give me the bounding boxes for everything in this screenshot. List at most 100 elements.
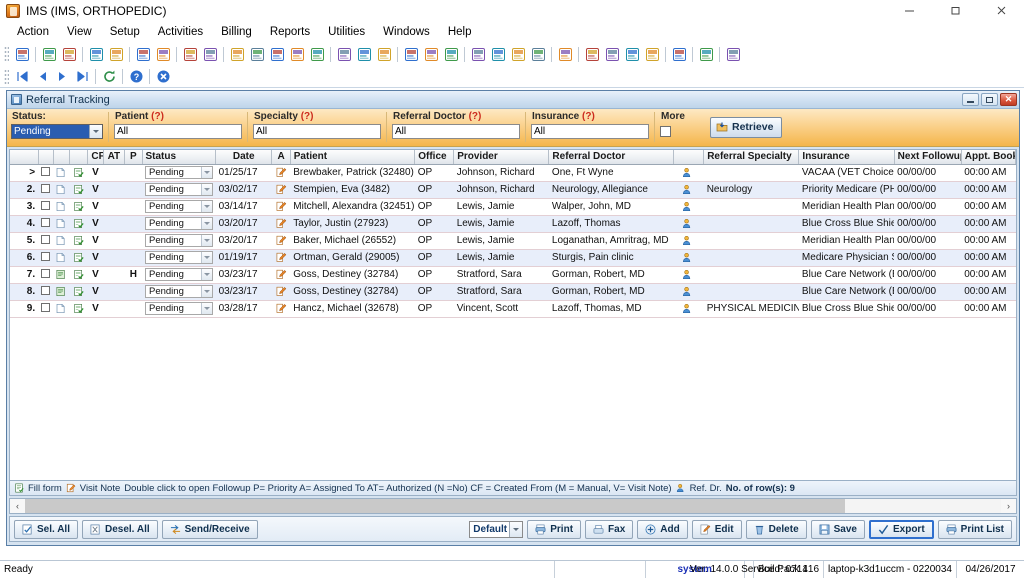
visit-note-icon[interactable] <box>276 269 287 280</box>
maximize-icon[interactable] <box>932 0 978 22</box>
col-patient[interactable]: Patient <box>290 150 416 165</box>
fax-button[interactable]: Fax <box>585 519 634 539</box>
row-select-cell[interactable] <box>38 249 54 267</box>
note-edit-icon[interactable] <box>107 45 125 63</box>
reports-chart-icon[interactable] <box>509 45 527 63</box>
visit-note-icon[interactable] <box>276 201 287 212</box>
row-visitnote-cell[interactable] <box>69 266 88 284</box>
export-button[interactable]: Export <box>868 519 934 539</box>
exit-icon[interactable] <box>724 45 742 63</box>
row-refdr-icon-cell[interactable] <box>673 266 704 284</box>
referral-doctor-input[interactable]: All <box>392 124 520 139</box>
col-refdr-icon[interactable] <box>673 150 705 165</box>
insurance-input[interactable]: All <box>531 124 649 139</box>
chevron-down-icon[interactable] <box>200 269 212 280</box>
menu-item-activities[interactable]: Activities <box>149 24 212 40</box>
child-restore-icon[interactable] <box>981 93 998 106</box>
encounter-icon[interactable] <box>181 45 199 63</box>
checked-form-icon[interactable] <box>74 167 84 178</box>
row-status-dropdown[interactable]: Pending <box>145 234 213 247</box>
col-fillform[interactable] <box>53 150 71 165</box>
row-assigned-cell[interactable] <box>271 198 291 216</box>
ref-dr-icon[interactable] <box>682 235 693 246</box>
wizard-icon[interactable] <box>643 45 661 63</box>
row-status-dropdown[interactable]: Pending <box>145 200 213 213</box>
retrieve-button[interactable]: Retrieve <box>710 116 783 138</box>
visit-note-icon[interactable] <box>276 167 287 178</box>
row-status-dropdown[interactable]: Pending <box>145 268 213 281</box>
charges-icon[interactable] <box>228 45 246 63</box>
row-checkbox[interactable] <box>41 167 51 176</box>
row-fillform-cell[interactable] <box>53 300 70 318</box>
chevron-down-icon[interactable] <box>200 235 212 246</box>
globe-icon[interactable] <box>442 45 460 63</box>
checked-form-icon[interactable] <box>74 286 84 297</box>
row-select-cell[interactable] <box>38 215 54 233</box>
row-status-cell[interactable]: Pending <box>142 300 216 318</box>
checked-form-icon[interactable] <box>74 201 84 212</box>
document-icon[interactable] <box>56 218 66 229</box>
row-status-cell[interactable]: Pending <box>142 283 216 301</box>
row-fillform-cell[interactable] <box>53 283 70 301</box>
send-receive-button[interactable]: Send/Receive <box>161 519 258 539</box>
document-icon[interactable] <box>56 201 66 212</box>
row-visitnote-cell[interactable] <box>69 181 88 199</box>
visit-note-icon[interactable] <box>276 218 287 229</box>
row-status-dropdown[interactable]: Pending <box>145 183 213 196</box>
table-row[interactable]: 9. V Pending 03/28/17 Hancz, Michael (32678)… <box>10 300 1016 318</box>
analytics-icon[interactable] <box>556 45 574 63</box>
row-fillform-cell[interactable] <box>53 215 70 233</box>
col-office[interactable]: Office <box>414 150 455 165</box>
menu-item-windows[interactable]: Windows <box>374 24 439 40</box>
row-fillform-cell[interactable] <box>53 249 70 267</box>
ref-dr-icon[interactable] <box>682 286 693 297</box>
document-icon[interactable] <box>201 45 219 63</box>
collections-icon[interactable] <box>308 45 326 63</box>
row-status-cell[interactable]: Pending <box>142 164 216 182</box>
row-visitnote-cell[interactable] <box>69 232 88 250</box>
print-list-button[interactable]: Print List <box>937 519 1012 539</box>
edit-button[interactable]: Edit <box>691 519 742 539</box>
ref-dr-icon[interactable] <box>682 201 693 212</box>
document-icon[interactable] <box>56 303 66 314</box>
row-assigned-cell[interactable] <box>271 266 291 284</box>
row-status-dropdown[interactable]: Pending <box>145 302 213 315</box>
row-assigned-cell[interactable] <box>271 249 291 267</box>
chevron-down-icon[interactable] <box>200 303 212 314</box>
schedule-icon[interactable] <box>335 45 353 63</box>
referral-icon[interactable] <box>469 45 487 63</box>
row-status-dropdown[interactable]: Pending <box>145 166 213 179</box>
row-select-cell[interactable] <box>38 283 54 301</box>
row-select-cell[interactable] <box>38 181 54 199</box>
visit-note-icon[interactable] <box>276 286 287 297</box>
row-visitnote-cell[interactable] <box>69 249 88 267</box>
back-arrow-icon[interactable] <box>402 45 420 63</box>
scroll-left-icon[interactable]: ‹ <box>10 499 25 513</box>
col-visitnote[interactable] <box>69 150 89 165</box>
row-assigned-cell[interactable] <box>271 232 291 250</box>
col-rownum[interactable] <box>10 150 39 165</box>
row-status-cell[interactable]: Pending <box>142 198 216 216</box>
menu-item-view[interactable]: View <box>58 24 101 40</box>
authorization-icon[interactable] <box>375 45 393 63</box>
ref-dr-icon[interactable] <box>682 167 693 178</box>
row-status-cell[interactable]: Pending <box>142 249 216 267</box>
row-checkbox[interactable] <box>41 269 51 278</box>
visit-note-icon[interactable] <box>276 252 287 263</box>
print-button[interactable]: Print <box>527 519 582 539</box>
col-referral-specialty[interactable]: Referral Specialty <box>703 150 800 165</box>
row-select-cell[interactable] <box>38 164 54 182</box>
transfer-icon[interactable] <box>603 45 621 63</box>
menu-item-setup[interactable]: Setup <box>101 24 149 40</box>
row-select-cell[interactable] <box>38 232 54 250</box>
row-refdr-icon-cell[interactable] <box>673 283 704 301</box>
table-row[interactable]: 5. V Pending 03/20/17 Baker, Michael (26552)… <box>10 232 1016 250</box>
visit-note-icon[interactable] <box>276 235 287 246</box>
checked-form-icon[interactable] <box>74 269 84 280</box>
col-provider[interactable]: Provider <box>453 150 550 165</box>
row-visitnote-cell[interactable] <box>69 164 88 182</box>
col-a[interactable]: A <box>271 150 291 165</box>
row-select-cell[interactable] <box>38 198 54 216</box>
document-icon[interactable] <box>56 252 66 263</box>
patient-add-icon[interactable] <box>40 45 58 63</box>
